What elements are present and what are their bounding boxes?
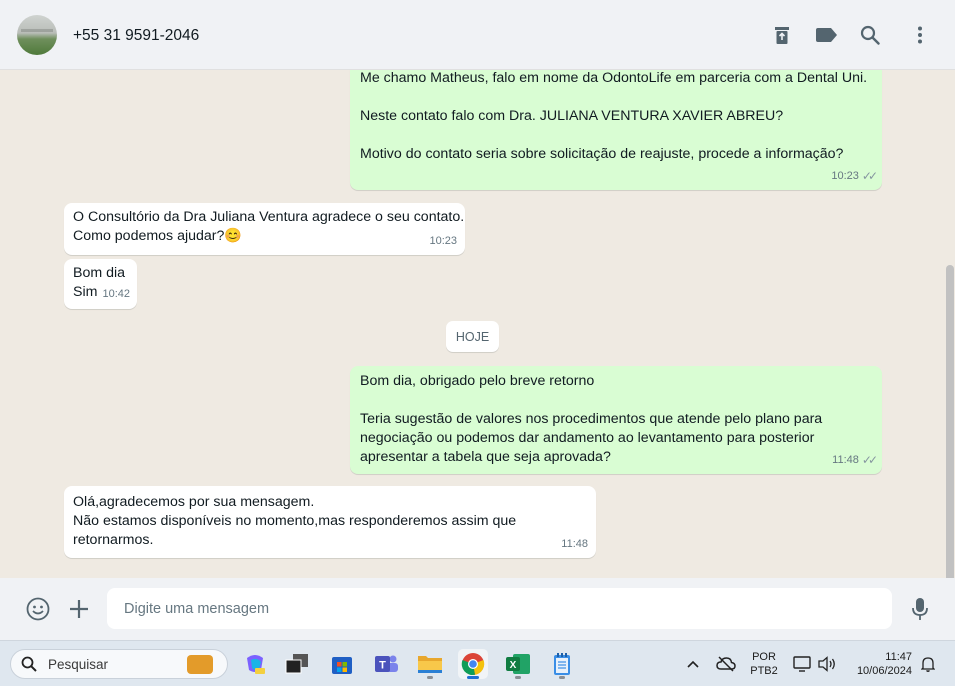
- windows-taskbar: Pesquisar T X POR PTB2 11:47 10/06/2024: [0, 640, 955, 686]
- running-indicator: [427, 676, 433, 679]
- taskbar-search[interactable]: Pesquisar: [10, 649, 228, 679]
- svg-text:X: X: [510, 660, 517, 671]
- message-time: 10:23: [429, 235, 457, 247]
- label-icon[interactable]: [815, 24, 837, 46]
- search-icon[interactable]: [859, 24, 881, 46]
- chat-header: +55 31 9591-2046: [0, 0, 955, 70]
- message-bubble-incoming[interactable]: O Consultório da Dra Juliana Ventura agr…: [64, 203, 465, 255]
- search-label: Pesquisar: [48, 657, 109, 672]
- message-text: negociação ou podemos dar andamento ao l…: [360, 430, 815, 446]
- cloud-offline-icon[interactable]: [713, 649, 739, 679]
- double-check-icon: ✓✓: [861, 453, 878, 467]
- running-indicator: [559, 676, 565, 679]
- message-text: Bom dia: [73, 265, 126, 281]
- file-explorer-icon[interactable]: [415, 649, 445, 679]
- message-bubble-incoming[interactable]: Olá,agradecemos por sua mensagem. Não es…: [64, 486, 596, 558]
- clock[interactable]: 11:47 10/06/2024: [848, 650, 916, 678]
- chevron-up-icon[interactable]: [682, 649, 704, 679]
- message-text: [360, 126, 872, 145]
- attach-plus-icon[interactable]: [66, 596, 92, 622]
- message-time: 10:23 ✓✓: [831, 167, 878, 186]
- message-text: Me chamo Matheus, falo em nome da Odonto…: [360, 70, 868, 86]
- message-text: [360, 88, 872, 107]
- smile-emoji-icon: 😊: [224, 228, 243, 244]
- message-input[interactable]: [107, 588, 892, 629]
- contact-name[interactable]: +55 31 9591-2046: [73, 27, 199, 45]
- date-divider: HOJE: [446, 321, 499, 352]
- contact-avatar[interactable]: [17, 15, 57, 55]
- message-bubble-outgoing[interactable]: Me chamo Matheus, falo em nome da Odonto…: [350, 70, 882, 190]
- more-menu-icon[interactable]: [909, 24, 931, 46]
- message-text: retornarmos.: [73, 532, 154, 548]
- briefcase-icon: [187, 655, 213, 674]
- chrome-icon[interactable]: [458, 649, 488, 679]
- message-time: 10:42: [102, 288, 130, 300]
- microsoft-store-icon[interactable]: [327, 649, 357, 679]
- delete-icon[interactable]: [771, 24, 793, 46]
- svg-text:T: T: [379, 660, 386, 672]
- search-icon: [21, 656, 37, 672]
- message-text: Bom dia, obrigado pelo breve retorno: [360, 373, 595, 389]
- message-text: Neste contato falo com Dra. JULIANA VENT…: [360, 108, 784, 124]
- message-text: [360, 391, 872, 410]
- notification-bell-icon[interactable]: [916, 649, 940, 679]
- message-bubble-incoming[interactable]: Bom dia Sim 10:42: [64, 259, 137, 309]
- active-indicator: [467, 676, 479, 679]
- message-text: apresentar a tabela que seja aprovada?: [360, 449, 611, 465]
- excel-icon[interactable]: X: [503, 649, 533, 679]
- message-text: Olá,agradecemos por sua mensagem.: [73, 494, 315, 510]
- emoji-icon[interactable]: [25, 596, 51, 622]
- teams-icon[interactable]: T: [371, 649, 401, 679]
- volume-icon[interactable]: [814, 649, 840, 679]
- task-view-icon[interactable]: [282, 649, 312, 679]
- message-text: Motivo do contato seria sobre solicitaçã…: [360, 146, 844, 162]
- input-language[interactable]: POR PTB2: [747, 650, 781, 678]
- double-check-icon: ✓✓: [861, 169, 878, 183]
- chat-scrollbar[interactable]: [946, 265, 954, 578]
- message-bubble-outgoing[interactable]: Bom dia, obrigado pelo breve retorno Ter…: [350, 366, 882, 474]
- microphone-icon[interactable]: [907, 596, 933, 622]
- message-time: 11:48: [561, 538, 588, 550]
- message-composer: [0, 578, 955, 640]
- network-icon[interactable]: [789, 649, 815, 679]
- message-text: O Consultório da Dra Juliana Ventura agr…: [73, 209, 465, 225]
- message-list[interactable]: Me chamo Matheus, falo em nome da Odonto…: [0, 70, 955, 578]
- message-text: Não estamos disponíveis no momento,mas r…: [73, 513, 517, 529]
- notepad-icon[interactable]: [547, 649, 577, 679]
- message-text: Teria sugestão de valores nos procedimen…: [360, 411, 823, 427]
- copilot-icon[interactable]: [240, 649, 270, 679]
- message-text: Como podemos ajudar?: [73, 228, 225, 244]
- running-indicator: [515, 676, 521, 679]
- message-time: 11:48 ✓✓: [832, 451, 878, 470]
